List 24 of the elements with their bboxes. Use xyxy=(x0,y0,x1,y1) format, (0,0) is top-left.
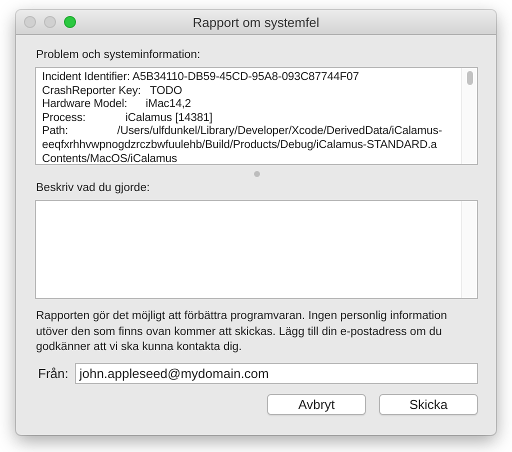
scrollbar[interactable] xyxy=(461,68,477,164)
report-line: Incident Identifier: A5B34110-DB59-45CD-95A8-093C87744F07 xyxy=(42,71,360,85)
report-line: Hardware Model: iMac14,2 xyxy=(42,98,192,112)
minimize-icon[interactable] xyxy=(44,16,56,28)
report-line: eeqfxrhhvwpnogdzrczbwfuulehb/Build/Products/Debug/iCalamus-STANDARD.a xyxy=(42,138,437,153)
close-icon[interactable] xyxy=(24,16,36,28)
report-text-area[interactable] xyxy=(35,67,478,165)
description-text-area[interactable] xyxy=(35,200,478,299)
report-line: Path: /Users/ulfdunkel/Library/Developer/Xcode/DerivedData/iCalamus- xyxy=(42,125,442,139)
window-title: Rapport om systemfel xyxy=(192,14,320,30)
split-handle[interactable] xyxy=(254,170,260,176)
scrollbar[interactable] xyxy=(461,201,477,298)
send-button[interactable]: Skicka xyxy=(379,394,478,414)
section-label: Beskriv vad du gjorde: xyxy=(36,182,151,194)
report-line: CrashReporter Key: TODO xyxy=(42,84,182,98)
from-label: Från: xyxy=(38,366,68,380)
zoom-icon[interactable] xyxy=(64,16,76,28)
notice-paragraph: Rapporten gör det möjligt att förbättra programvaran. Ingen personlig information utöver den som finns ovan kommer att skickas. Lägg till din e-postadress om du godkänner att vi ska kunna kontakta dig. xyxy=(36,309,448,355)
cancel-button[interactable]: Avbryt xyxy=(267,394,366,414)
report-line: Contents/MacOS/iCalamus xyxy=(42,152,178,164)
report-line: Process: iCalamus [14381] xyxy=(42,112,212,126)
scroll-thumb[interactable] xyxy=(467,71,473,85)
email-field[interactable]: john.appleseed@mydomain.com xyxy=(75,362,478,384)
section-label: Problem och systeminformation: xyxy=(36,49,202,61)
